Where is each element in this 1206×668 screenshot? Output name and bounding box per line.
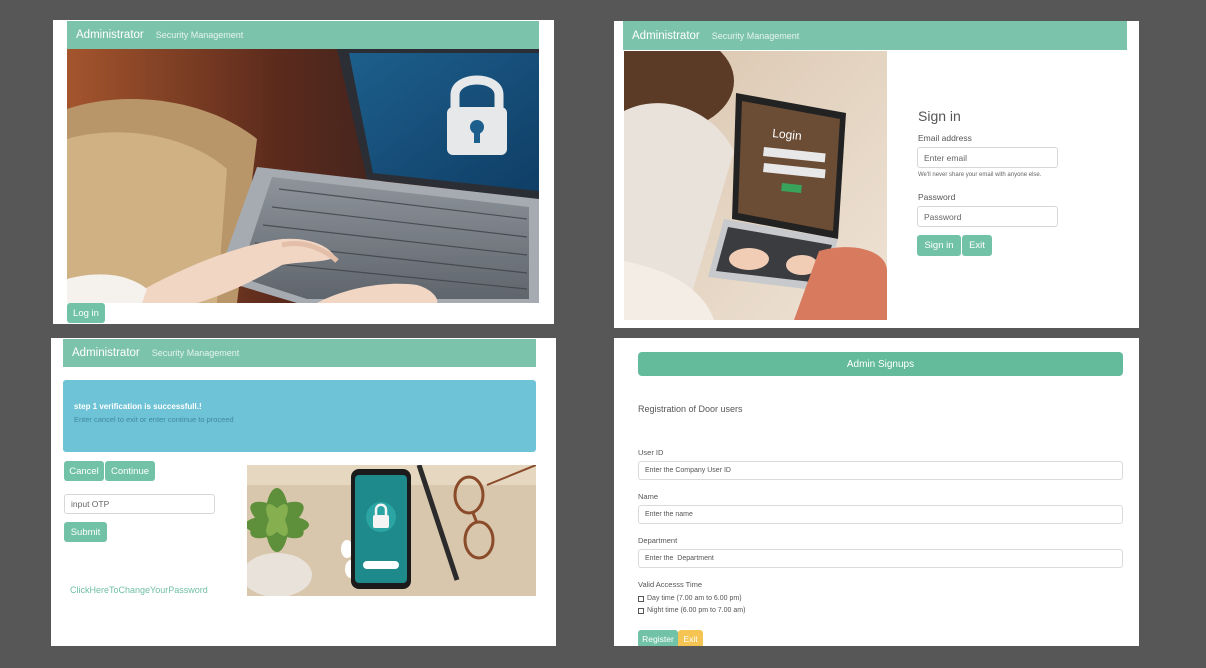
login-button[interactable]: Log in xyxy=(67,303,105,323)
name-input[interactable] xyxy=(638,505,1123,524)
day-time-checkbox[interactable] xyxy=(638,595,644,602)
nav-link-security-management[interactable]: Security Management xyxy=(152,348,240,358)
signup-subtitle: Registration of Door users xyxy=(638,404,743,414)
access-time-label: Valid Accesss Time xyxy=(638,580,703,589)
password-label: Password xyxy=(918,192,956,202)
login-panel: Administrator Security Management Log in xyxy=(53,20,554,324)
department-label: Department xyxy=(638,536,678,545)
submit-button[interactable]: Submit xyxy=(64,522,107,542)
cancel-button[interactable]: Cancel xyxy=(64,461,104,481)
brand-link[interactable]: Administrator xyxy=(72,347,140,359)
otp-panel: Administrator Security Management step 1… xyxy=(51,338,556,646)
name-label: Name xyxy=(638,492,659,501)
night-time-option[interactable]: Night time (6.00 pm to 7.00 am) xyxy=(638,607,745,614)
day-time-label: Day time (7.00 am to 6.00 pm) xyxy=(647,595,742,602)
userid-input[interactable] xyxy=(638,461,1123,480)
navbar: Administrator Security Management xyxy=(63,339,536,367)
laptop-padlock-image xyxy=(67,49,539,303)
brand-link[interactable]: Administrator xyxy=(632,30,700,42)
continue-button[interactable]: Continue xyxy=(105,461,155,481)
night-time-label: Night time (6.00 pm to 7.00 am) xyxy=(647,607,746,614)
alert-title: step 1 verification is successfull.! xyxy=(74,402,202,411)
day-time-option[interactable]: Day time (7.00 am to 6.00 pm) xyxy=(638,595,742,602)
navbar: Administrator Security Management xyxy=(623,21,1127,50)
woman-laptop-login-image: Login xyxy=(624,51,887,320)
register-button[interactable]: Register xyxy=(638,630,678,646)
signin-title: Sign in xyxy=(918,108,961,124)
email-help-text: We'll never share your email with anyone… xyxy=(918,172,1042,178)
nav-link-security-management[interactable]: Security Management xyxy=(156,30,244,40)
verification-alert: step 1 verification is successfull.! Ent… xyxy=(63,380,536,452)
department-input[interactable] xyxy=(638,549,1123,568)
email-label: Email address xyxy=(918,133,972,143)
signin-button[interactable]: Sign in xyxy=(917,235,961,256)
userid-label: User ID xyxy=(638,448,664,457)
night-time-checkbox[interactable] xyxy=(638,607,644,614)
brand-link[interactable]: Administrator xyxy=(76,29,144,41)
change-password-link[interactable]: ClickHereToChangeYourPassword xyxy=(70,585,208,595)
password-input[interactable] xyxy=(917,206,1058,227)
navbar: Administrator Security Management xyxy=(67,21,539,49)
email-input[interactable] xyxy=(917,147,1058,168)
signup-panel: Admin Signups Registration of Door users… xyxy=(614,338,1139,646)
phone-padlock-image xyxy=(247,465,536,596)
signup-header: Admin Signups xyxy=(638,352,1123,376)
otp-input[interactable] xyxy=(64,494,215,514)
exit-button[interactable]: Exit xyxy=(962,235,992,256)
nav-link-security-management[interactable]: Security Management xyxy=(712,31,800,41)
alert-text: Enter cancel to exit or enter continue t… xyxy=(74,415,234,424)
signin-panel: Administrator Security Management Login xyxy=(614,21,1139,328)
exit-button[interactable]: Exit xyxy=(678,630,703,646)
